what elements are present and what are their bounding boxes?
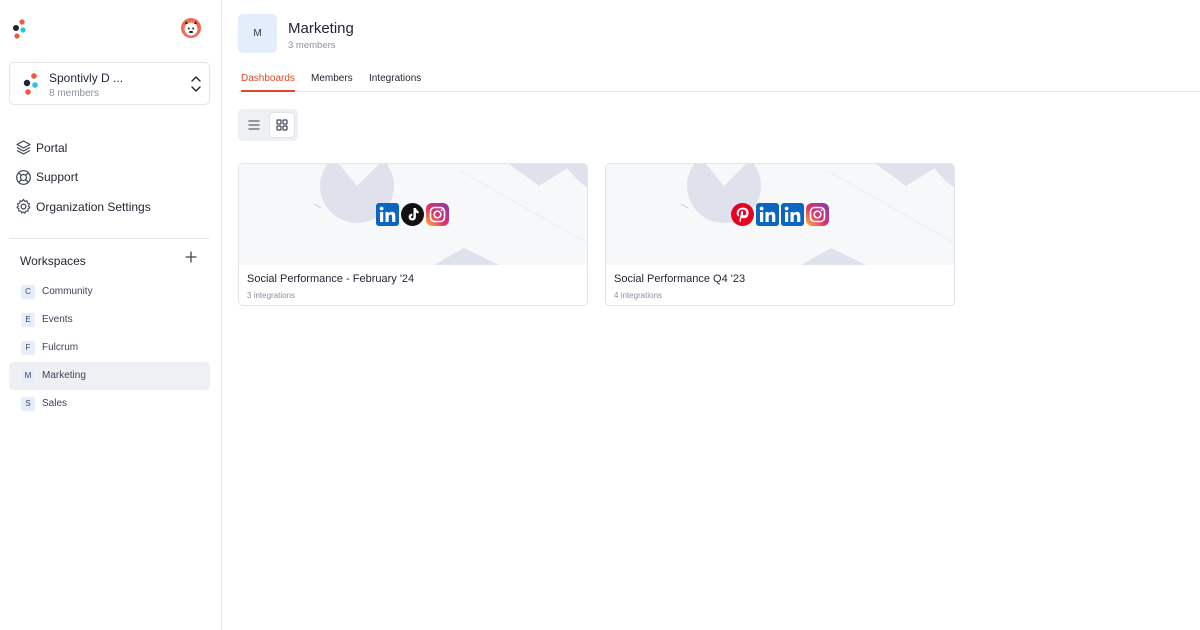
workspace-label: Community — [42, 286, 93, 297]
main-content: M Marketing 3 members Dashboards Members… — [222, 0, 1200, 630]
sidebar-item-marketing[interactable]: M Marketing — [9, 362, 210, 390]
instagram-icon — [806, 203, 829, 226]
workspace-badge: S — [21, 397, 35, 411]
linkedin-icon — [781, 203, 804, 226]
organization-logo-icon — [23, 73, 38, 95]
sidebar-divider — [9, 238, 210, 239]
workspace-label: Marketing — [42, 370, 86, 381]
grid-view-button[interactable] — [270, 113, 294, 137]
sidebar-nav: Portal Support Organization Settings — [15, 133, 151, 222]
dashboard-thumbnail — [606, 164, 954, 265]
workspace-badge: E — [21, 313, 35, 327]
sidebar-item-fulcrum[interactable]: F Fulcrum — [9, 334, 210, 362]
linkedin-icon — [756, 203, 779, 226]
grid-icon — [276, 119, 288, 131]
organization-name: Spontivly D ... — [49, 71, 124, 85]
sidebar-item-community[interactable]: C Community — [9, 278, 210, 306]
workspace-members-count: 3 members — [288, 40, 336, 51]
workspace-badge: C — [21, 285, 35, 299]
tab-members[interactable]: Members — [311, 73, 353, 92]
dashboard-thumbnail — [239, 164, 587, 265]
app-logo-icon[interactable] — [12, 18, 28, 40]
sidebar: Spontivly D ... 8 members Portal Support… — [0, 0, 222, 630]
dashboard-card[interactable]: Social Performance Q4 '23 4 integrations — [605, 163, 955, 306]
workspaces-header: Workspaces — [20, 250, 198, 268]
workspace-list: C Community E Events F Fulcrum M Marketi… — [9, 278, 210, 418]
app-root: Spontivly D ... 8 members Portal Support… — [0, 0, 1200, 630]
nav-item-support[interactable]: Support — [15, 163, 151, 193]
sidebar-item-events[interactable]: E Events — [9, 306, 210, 334]
workspace-label: Events — [42, 314, 73, 325]
dashboard-integrations-count: 4 integrations — [614, 291, 663, 300]
tiktok-icon — [401, 203, 424, 226]
workspace-avatar: M — [238, 14, 277, 53]
nav-item-organization-settings[interactable]: Organization Settings — [15, 192, 151, 222]
dashboard-integrations-count: 3 integrations — [247, 291, 296, 300]
nav-item-label: Support — [36, 170, 79, 185]
workspace-badge: F — [21, 341, 35, 355]
page-title: Marketing — [288, 20, 354, 37]
organization-switcher[interactable]: Spontivly D ... 8 members — [9, 62, 210, 105]
linkedin-icon — [376, 203, 399, 226]
gear-icon — [16, 199, 31, 214]
tab-integrations[interactable]: Integrations — [369, 73, 421, 92]
list-icon — [248, 120, 260, 130]
pinterest-icon — [731, 203, 754, 226]
plus-icon[interactable] — [184, 250, 198, 264]
tab-bar: Dashboards Members Integrations — [238, 66, 1200, 92]
nav-item-label: Portal — [36, 140, 68, 155]
workspaces-title: Workspaces — [20, 254, 86, 268]
dashboard-title: Social Performance - February '24 — [247, 273, 415, 285]
layers-icon — [16, 140, 31, 155]
tab-dashboards[interactable]: Dashboards — [241, 73, 295, 92]
view-toggle — [238, 109, 298, 141]
instagram-icon — [426, 203, 449, 226]
sidebar-item-sales[interactable]: S Sales — [9, 390, 210, 418]
nav-item-label: Organization Settings — [36, 199, 151, 214]
organization-members-count: 8 members — [49, 88, 100, 99]
nav-item-portal[interactable]: Portal — [15, 133, 151, 163]
lifebuoy-icon — [16, 169, 31, 185]
list-view-button[interactable] — [242, 113, 266, 137]
chevron-up-down-icon — [191, 76, 201, 92]
workspace-label: Sales — [42, 398, 68, 409]
dashboard-card[interactable]: Social Performance - February '24 3 inte… — [238, 163, 588, 306]
workspace-label: Fulcrum — [42, 342, 79, 353]
dashboard-title: Social Performance Q4 '23 — [614, 273, 746, 285]
user-avatar-icon[interactable] — [180, 17, 202, 39]
integration-icons — [731, 203, 829, 226]
workspace-badge: M — [21, 369, 35, 383]
integration-icons — [376, 203, 449, 226]
